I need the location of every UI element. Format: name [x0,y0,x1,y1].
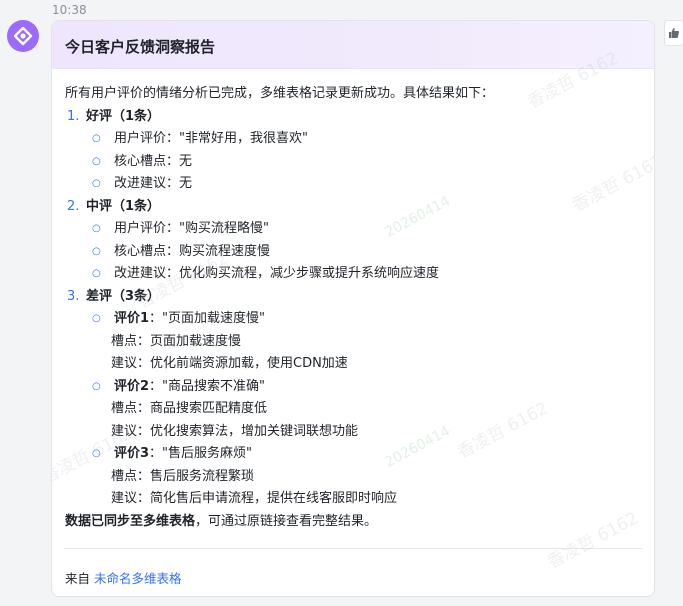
list-item: ○ 改进建议：优化购买流程，减少步骤或提升系统响应速度 [89,263,642,286]
message-timestamp: 10:38 [52,3,87,17]
source-label: 来自 [65,571,91,586]
bullet-icon: ○ [92,223,101,234]
section-number: 1. [67,108,80,124]
list-item: ○ 用户评价："非常好用，我很喜欢" [89,128,642,151]
intro-text: 所有用户评价的情绪分析已完成，多维表格记录更新成功。具体结果如下： [65,86,495,101]
bullet-icon: ○ [92,313,101,324]
outro-rest: ，可通过原链接查看完整结果。 [195,513,378,529]
review-quote: ："售后服务麻烦" [149,446,253,461]
section-number: 2. [67,198,80,214]
review-suggestion: 建议：简化售后申请流程，提供在线客服即时响应 [111,491,398,506]
review-label: 评价1 [114,311,150,326]
section-heading: 中评（1条） [86,198,161,214]
card-header: 今日客户反馈洞察报告 [52,21,654,69]
thumbs-up-button[interactable] [664,20,683,46]
review-pain-point: 槽点：售后服务流程繁琐 [111,468,255,484]
source-link[interactable]: 未命名多维表格 [94,571,182,586]
card-title: 今日客户反馈洞察报告 [65,38,216,56]
bullet-icon: ○ [92,178,101,189]
review-suggestion: 建议：优化搜索算法，增加关键词联想功能 [111,423,359,439]
bullet-icon: ○ [92,155,101,167]
list-item: ○ 核心槽点：购买流程速度慢 [89,241,642,264]
bot-logo-icon [13,26,33,46]
review-label: 评价2 [114,378,150,394]
list-item: ○ 核心槽点：无 [89,151,642,174]
bullet-icon: ○ [92,133,101,144]
review-pain-point: 槽点：商品搜索匹配精度低 [111,401,268,416]
message-card: 今日客户反馈洞察报告 所有用户评价的情绪分析已完成，多维表格记录更新成功。具体结… [51,20,655,597]
review-item: ○ 评价3："售后服务麻烦" [89,443,642,466]
bullet-icon: ○ [92,268,101,279]
list-item-text: 用户评价："购买流程略慢" [114,221,269,236]
list-item-text: 改进建议：无 [114,176,193,191]
bot-avatar[interactable] [7,20,39,52]
bullet-icon: ○ [92,380,101,392]
section-heading: 差评（3条） [86,288,161,304]
outro-bold: 数据已同步至多维表格 [65,513,196,529]
review-item: ○ 评价2："商品搜索不准确" [89,376,642,399]
review-item: ○ 评价1："页面加载速度慢" [89,308,642,331]
section-positive: 1. 好评（1条） [67,106,642,129]
review-suggestion: 建议：优化前端资源加载，使用CDN加速 [111,356,348,371]
list-item: ○ 改进建议：无 [89,173,642,196]
section-negative: 3. 差评（3条） [67,286,642,309]
bullet-icon: ○ [92,245,101,257]
outro-text: 数据已同步至多维表格，可通过原链接查看完整结果。 [65,511,642,534]
list-item-text: 核心槽点：无 [114,153,193,169]
review-quote: ："商品搜索不准确" [149,378,266,394]
review-quote: ："页面加载速度慢" [149,311,266,326]
list-item-text: 改进建议：优化购买流程，减少步骤或提升系统响应速度 [114,266,440,281]
footer-divider [64,548,642,549]
section-neutral: 2. 中评（1条） [67,196,642,219]
thumbs-up-icon [669,28,680,38]
list-item-text: 核心槽点：购买流程速度慢 [114,243,271,259]
section-number: 3. [67,288,80,304]
review-pain-point: 槽点：页面加载速度慢 [111,333,242,349]
section-heading: 好评（1条） [86,108,161,124]
bullet-icon: ○ [92,448,101,459]
list-item: ○ 用户评价："购买流程略慢" [89,218,642,241]
source-line: 来自 未命名多维表格 [65,568,182,587]
list-item-text: 用户评价："非常好用，我很喜欢" [114,131,308,146]
review-label: 评价3 [114,446,150,461]
card-body: 所有用户评价的情绪分析已完成，多维表格记录更新成功。具体结果如下： 1. 好评（… [65,83,642,533]
